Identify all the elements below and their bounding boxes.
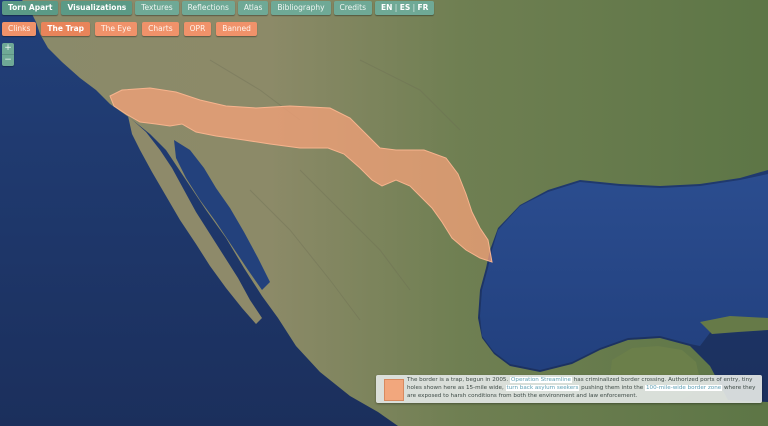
zoom-in-button[interactable]: + — [2, 43, 14, 54]
satellite-map[interactable] — [0, 0, 768, 426]
nav-textures[interactable]: Textures — [135, 1, 179, 15]
nav-atlas[interactable]: Atlas — [237, 1, 269, 15]
nav-credits[interactable]: Credits — [333, 1, 372, 15]
main-navigation: Torn Apart Visualizations Textures Refle… — [2, 1, 435, 15]
subnav-clinks[interactable]: Clinks — [2, 22, 37, 36]
info-text-part: The border is a trap, begun in 2005. — [407, 377, 509, 383]
visualization-subnav: Clinks The Trap The Eye Charts OPR Banne… — [2, 22, 257, 36]
subnav-the-trap[interactable]: The Trap — [41, 22, 90, 36]
subnav-charts[interactable]: Charts — [142, 22, 179, 36]
lang-fr[interactable]: FR — [418, 3, 429, 12]
nav-reflections[interactable]: Reflections — [181, 1, 235, 15]
lang-es[interactable]: ES — [400, 3, 411, 12]
lang-en[interactable]: EN — [381, 3, 392, 12]
legend-swatch — [384, 379, 404, 401]
border-zone-link[interactable]: 100-mile-wide border zone — [645, 384, 723, 391]
asylum-seekers-link[interactable]: turn back asylum seekers — [505, 384, 580, 391]
operation-streamline-link[interactable]: Operation Streamline — [510, 377, 572, 383]
info-panel: The border is a trap, begun in 2005. Ope… — [376, 375, 762, 403]
subnav-banned[interactable]: Banned — [216, 22, 257, 36]
subnav-opr[interactable]: OPR — [183, 22, 212, 36]
lang-separator: | — [410, 3, 418, 12]
lang-separator: | — [392, 3, 400, 12]
zoom-control: + − — [2, 43, 14, 66]
nav-torn-apart[interactable]: Torn Apart — [2, 1, 59, 15]
subnav-the-eye[interactable]: The Eye — [95, 22, 138, 36]
info-text: The border is a trap, begun in 2005. Ope… — [407, 377, 759, 400]
info-text-part: pushing them into the — [581, 384, 644, 391]
zoom-out-button[interactable]: − — [2, 54, 14, 66]
nav-visualizations[interactable]: Visualizations — [61, 1, 133, 15]
language-switcher: EN | ES | FR — [375, 1, 435, 15]
nav-bibliography[interactable]: Bibliography — [271, 1, 331, 15]
